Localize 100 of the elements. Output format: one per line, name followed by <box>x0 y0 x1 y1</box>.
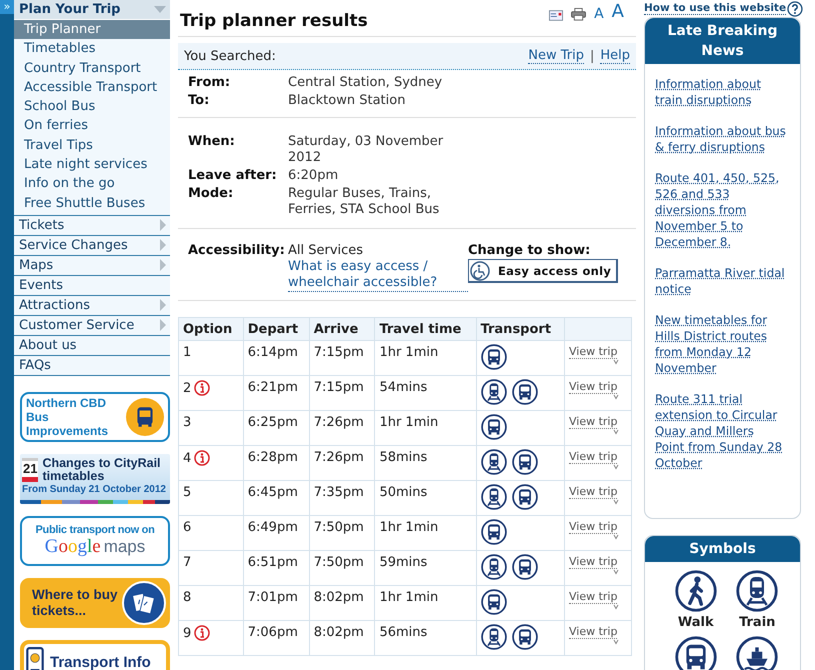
print-icon[interactable] <box>571 8 586 21</box>
nav-item[interactable]: Service Changes <box>14 234 170 255</box>
news-link[interactable]: Information about bus & ferry disruptions <box>655 123 786 155</box>
nav-subitem[interactable]: School Bus <box>14 97 170 116</box>
dropdown-arrow-icon <box>154 6 166 13</box>
nav-subitem[interactable]: Accessible Transport <box>14 78 170 98</box>
nav-subitem[interactable]: Info on the go <box>14 174 170 194</box>
news-link[interactable]: New timetables for Hills District routes from Monday 12 November <box>655 312 786 376</box>
expand-down-icon <box>613 394 619 400</box>
help-link[interactable]: How to use this website <box>644 2 786 14</box>
large-text-button[interactable]: A <box>612 3 624 21</box>
expand-down-icon <box>613 429 619 435</box>
nav-item[interactable]: FAQs <box>14 354 170 376</box>
table-cell: 59mins <box>374 550 476 586</box>
table-cell: 7:50pm <box>309 516 375 550</box>
change-to-show-label: Change to show: <box>468 243 592 259</box>
table-cell: 6:49pm <box>243 516 310 550</box>
email-icon[interactable] <box>549 10 564 21</box>
nav-subitem[interactable]: Late night services <box>14 155 170 174</box>
buy-tickets-banner[interactable]: Where to buy tickets... <box>20 578 170 628</box>
nav-subitem[interactable]: Trip Planner <box>14 20 170 40</box>
link-separator: | <box>590 48 594 64</box>
nav-item[interactable]: Attractions <box>14 294 170 315</box>
nav-subitem[interactable]: Travel Tips <box>14 136 170 156</box>
table-cell: 56mins <box>374 620 476 656</box>
symbol-label: Train <box>739 615 776 630</box>
maps-banner[interactable]: Public transport now on Google maps <box>20 516 170 566</box>
table-cell: 7:50pm <box>309 550 375 586</box>
table-cell: 8:02pm <box>309 586 375 620</box>
table-cell: 1hr 1min <box>374 586 476 620</box>
table-cell: 6:51pm <box>243 550 310 586</box>
option-number: 5 <box>183 485 192 500</box>
field-label: When: <box>188 134 236 151</box>
nav-subitem[interactable]: Free Shuttle Buses <box>14 194 170 213</box>
table-cell: 7:06pm <box>243 620 310 656</box>
news-link[interactable]: Information about train disruptions <box>655 76 786 108</box>
panel-header: Symbols <box>645 536 800 562</box>
table-cell: 58mins <box>374 446 476 480</box>
expand-down-icon <box>613 639 619 645</box>
nav-subitem[interactable]: Country Transport <box>14 58 170 78</box>
searched-label: You Searched: <box>184 48 276 64</box>
table-cell: 7:26pm <box>309 446 375 480</box>
option-number: 6 <box>183 520 192 535</box>
table-cell: 8:02pm <box>309 620 375 656</box>
table-cell: 6:28pm <box>243 446 310 480</box>
field-value: Blacktown Station <box>288 93 406 109</box>
field-label: Accessibility: <box>188 243 286 260</box>
expand-down-icon <box>613 604 619 610</box>
column-header: Transport <box>476 318 564 340</box>
table-cell: 7:26pm <box>309 410 375 446</box>
news-link[interactable]: Parramatta River tidal notice <box>655 265 786 297</box>
nav-section-header[interactable]: Plan Your Trip <box>14 0 170 20</box>
page-title: Trip planner results <box>180 11 368 31</box>
news-link[interactable]: Route 401, 450, 525, 526 and 533 diversions from November 5 to December 8. <box>655 170 786 250</box>
table-cell: 1hr 1min <box>374 410 476 446</box>
nav-item[interactable]: Events <box>14 274 170 295</box>
expand-down-icon <box>613 464 619 470</box>
table-cell: 50mins <box>374 480 476 516</box>
table-cell: 7:01pm <box>243 586 310 620</box>
small-text-button[interactable]: A <box>594 7 604 21</box>
field-value: Regular Buses, Trains, Ferries, STA School Bus <box>288 186 440 218</box>
column-header: Depart <box>243 318 310 340</box>
field-label: Leave after: <box>188 168 278 184</box>
expand-down-icon <box>613 499 619 505</box>
field-value: Saturday, 03 November 2012 <box>288 134 444 166</box>
table-cell: 6:14pm <box>243 340 310 376</box>
nav-item[interactable]: Maps <box>14 254 170 275</box>
field-value: Central Station, Sydney <box>288 75 444 91</box>
symbol-label: Walk <box>678 615 714 630</box>
field-value: All Services <box>288 243 364 259</box>
info-alert-icon[interactable] <box>194 450 210 466</box>
easy-access-button[interactable]: Easy access only <box>468 259 618 283</box>
nav-item[interactable]: Customer Service <box>14 314 170 335</box>
table-cell: 7:35pm <box>309 480 375 516</box>
table-cell: 7:15pm <box>309 340 375 376</box>
expand-down-icon <box>613 569 619 575</box>
table-cell: 7:15pm <box>309 376 375 410</box>
transport-info-banner[interactable]: Transport Info <box>20 640 170 670</box>
info-alert-icon[interactable] <box>194 625 210 641</box>
nav-item[interactable]: About us <box>14 334 170 355</box>
wheelchair-icon <box>470 260 490 280</box>
field-label: Mode: <box>188 186 234 203</box>
nav-subitem[interactable]: On ferries <box>14 116 170 136</box>
help-link[interactable]: Help <box>600 48 630 64</box>
option-number: 1 <box>183 345 192 360</box>
info-alert-icon[interactable] <box>194 380 210 396</box>
option-number: 8 <box>183 590 192 605</box>
table-cell: 1hr 1min <box>374 516 476 550</box>
table-cell: 6:45pm <box>243 480 310 516</box>
news-link[interactable]: Route 311 trial extension to Circular Quay and Millers Point from Sunday 28 October <box>655 391 786 471</box>
panel-header: Late Breaking News <box>645 18 800 64</box>
expand-down-icon <box>613 359 619 365</box>
nav-subitem[interactable]: Timetables <box>14 39 170 59</box>
option-number: 9 <box>183 626 192 640</box>
option-number: 2 <box>183 380 192 396</box>
help-icon[interactable] <box>787 0 803 16</box>
new-trip-link[interactable]: New Trip <box>528 48 584 64</box>
nav-item[interactable]: Tickets <box>14 214 170 235</box>
bus-improvements-banner[interactable]: Northern CBD Bus Improvements <box>20 392 170 442</box>
field-label: From: <box>188 75 232 91</box>
